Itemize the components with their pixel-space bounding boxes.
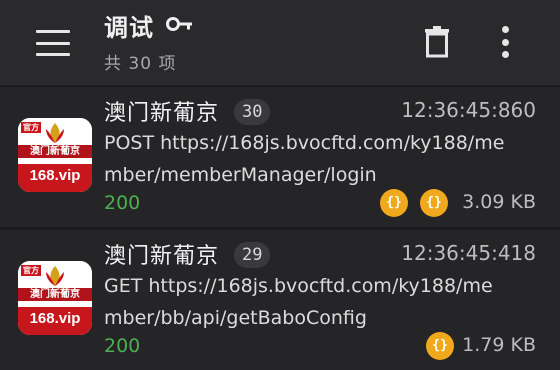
- app-icon: 官方 澳门新葡京 168.vip: [18, 261, 92, 335]
- icon-app-name: 澳门新葡京: [18, 145, 92, 158]
- item-count: 共 30 项: [104, 54, 177, 74]
- json-request-icon: {}: [380, 189, 408, 217]
- json-response-icon: {}: [426, 332, 454, 360]
- menu-icon[interactable]: [36, 30, 70, 56]
- crest-icon: [46, 266, 64, 286]
- request-number-badge: 29: [234, 242, 271, 268]
- request-row[interactable]: 官方 澳门新葡京 168.vip 澳门新葡京 29 12:36:45:418 G…: [0, 230, 560, 370]
- status-code: 200: [104, 335, 141, 357]
- request-url-line: mber/memberManager/login: [104, 164, 377, 186]
- app-bar: 调试 共 30 项: [0, 0, 560, 85]
- request-url-line: POST https://168js.bvocftd.com/ky188/me: [104, 132, 505, 154]
- key-icon: [166, 17, 192, 31]
- app-name: 澳门新葡京: [104, 244, 220, 269]
- request-time: 12:36:45:418: [401, 241, 536, 265]
- icon-badge: 官方: [21, 265, 41, 276]
- request-row[interactable]: 官方 澳门新葡京 168.vip 澳门新葡京 30 12:36:45:860 P…: [0, 87, 560, 227]
- request-time: 12:36:45:860: [401, 98, 536, 122]
- trash-icon[interactable]: [424, 26, 450, 58]
- icon-badge: 官方: [21, 122, 41, 133]
- request-url-line: mber/bb/api/getBaboConfig: [104, 307, 367, 329]
- icon-app-name: 澳门新葡京: [18, 288, 92, 301]
- response-size: 1.79 KB: [462, 334, 536, 356]
- status-code: 200: [104, 192, 141, 214]
- more-options-icon[interactable]: [498, 26, 512, 58]
- crest-icon: [46, 123, 64, 143]
- icon-url-text: 168.vip: [29, 310, 81, 327]
- response-size: 3.09 KB: [462, 191, 536, 213]
- json-response-icon: {}: [420, 189, 448, 217]
- request-url-line: GET https://168js.bvocftd.com/ky188/me: [104, 275, 493, 297]
- app-icon: 官方 澳门新葡京 168.vip: [18, 118, 92, 192]
- page-title: 调试: [104, 14, 154, 42]
- app-name: 澳门新葡京: [104, 101, 220, 126]
- icon-url-text: 168.vip: [29, 167, 81, 184]
- request-number-badge: 30: [234, 99, 271, 125]
